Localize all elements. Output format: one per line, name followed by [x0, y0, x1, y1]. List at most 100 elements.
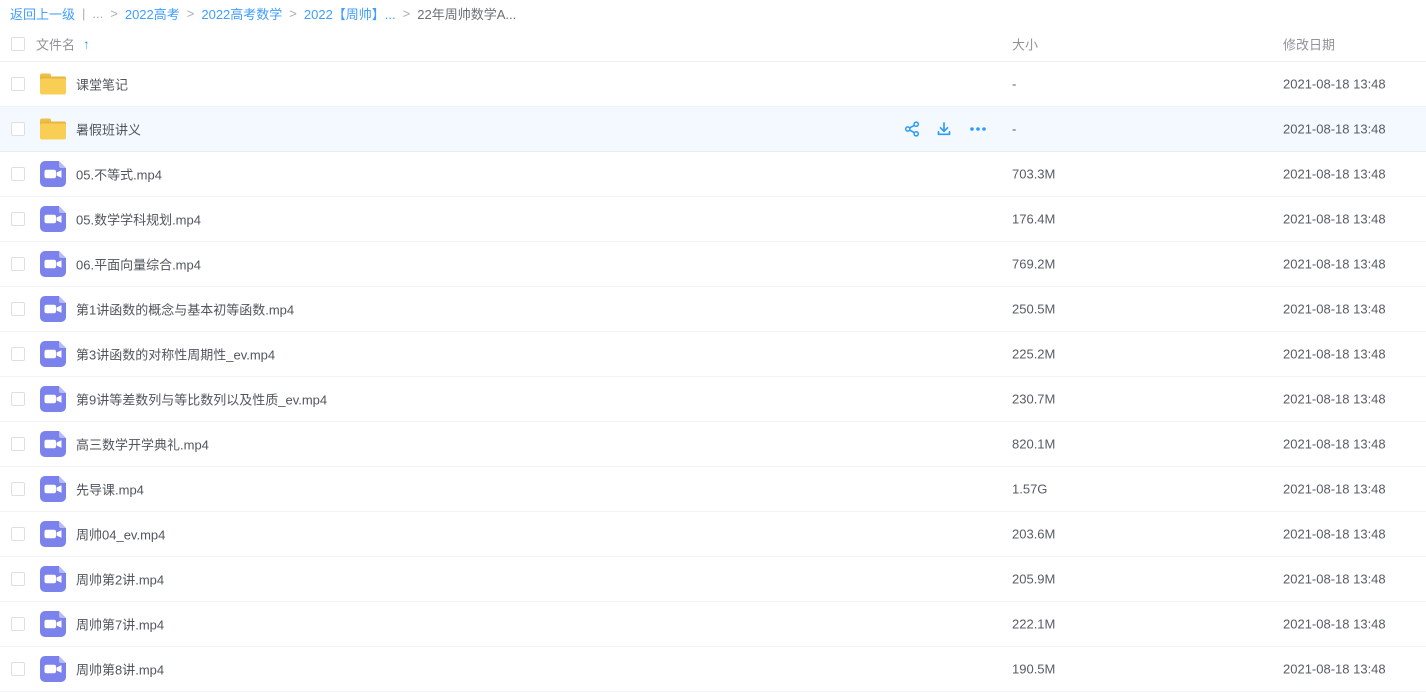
- file-date: 2021-08-18 13:48: [1283, 437, 1386, 452]
- row-checkbox[interactable]: [11, 662, 25, 676]
- file-row[interactable]: 第9讲等差数列与等比数列以及性质_ev.mp4 230.7M 2021-08-1…: [0, 377, 1426, 422]
- row-checkbox[interactable]: [11, 122, 25, 136]
- row-checkbox[interactable]: [11, 77, 25, 91]
- video-file-icon: [40, 251, 66, 277]
- row-checkbox[interactable]: [11, 617, 25, 631]
- row-checkbox[interactable]: [11, 167, 25, 181]
- breadcrumb-separator: >: [289, 6, 297, 21]
- row-checkbox[interactable]: [11, 347, 25, 361]
- video-camera-glyph: [40, 296, 66, 322]
- row-actions: [903, 120, 989, 138]
- video-camera-glyph: [40, 206, 66, 232]
- video-camera-glyph: [40, 611, 66, 637]
- file-size: 230.7M: [1012, 392, 1055, 407]
- video-file-icon: [40, 476, 66, 502]
- file-name[interactable]: 暑假班讲义: [76, 120, 141, 139]
- breadcrumb-link-3[interactable]: 2022【周帅】...: [304, 4, 396, 23]
- breadcrumb-current: 22年周帅数学A...: [417, 4, 516, 23]
- file-size: 1.57G: [1012, 482, 1047, 497]
- file-name[interactable]: 06.平面向量综合.mp4: [76, 255, 201, 274]
- breadcrumb-separator: >: [110, 6, 118, 21]
- file-date: 2021-08-18 13:48: [1283, 482, 1386, 497]
- file-name[interactable]: 周帅第2讲.mp4: [76, 570, 164, 589]
- row-checkbox[interactable]: [11, 437, 25, 451]
- row-checkbox[interactable]: [11, 572, 25, 586]
- row-checkbox[interactable]: [11, 302, 25, 316]
- file-name[interactable]: 先导课.mp4: [76, 480, 144, 499]
- share-icon[interactable]: [903, 120, 921, 138]
- video-camera-glyph: [40, 476, 66, 502]
- breadcrumb-link-1[interactable]: 2022高考: [125, 4, 180, 23]
- video-file-icon: [40, 206, 66, 232]
- more-dots-icon[interactable]: [967, 120, 989, 138]
- file-name[interactable]: 周帅04_ev.mp4: [76, 525, 165, 544]
- file-date: 2021-08-18 13:48: [1283, 212, 1386, 227]
- file-name[interactable]: 周帅第8讲.mp4: [76, 660, 164, 679]
- select-all-checkbox[interactable]: [11, 37, 25, 51]
- file-name[interactable]: 第1讲函数的概念与基本初等函数.mp4: [76, 300, 294, 319]
- file-name[interactable]: 课堂笔记: [76, 75, 128, 94]
- file-row[interactable]: 06.平面向量综合.mp4 769.2M 2021-08-18 13:48: [0, 242, 1426, 287]
- video-file-icon: [40, 386, 66, 412]
- row-checkbox[interactable]: [11, 257, 25, 271]
- file-list: 课堂笔记 - 2021-08-18 13:48 暑假班讲义: [0, 62, 1426, 692]
- file-size: 222.1M: [1012, 617, 1055, 632]
- video-camera-glyph: [40, 431, 66, 457]
- file-row[interactable]: 第3讲函数的对称性周期性_ev.mp4 225.2M 2021-08-18 13…: [0, 332, 1426, 377]
- video-file-icon: [40, 611, 66, 637]
- video-camera-glyph: [40, 341, 66, 367]
- column-header-date[interactable]: 修改日期: [1283, 35, 1335, 54]
- row-checkbox[interactable]: [11, 482, 25, 496]
- file-name[interactable]: 周帅第7讲.mp4: [76, 615, 164, 634]
- back-link[interactable]: 返回上一级: [10, 4, 75, 23]
- video-camera-glyph: [40, 656, 66, 682]
- table-header: 文件名 ↑ 大小 修改日期: [0, 27, 1426, 62]
- file-name[interactable]: 高三数学开学典礼.mp4: [76, 435, 209, 454]
- row-checkbox[interactable]: [11, 527, 25, 541]
- file-date: 2021-08-18 13:48: [1283, 527, 1386, 542]
- file-name[interactable]: 05.不等式.mp4: [76, 165, 162, 184]
- file-row[interactable]: 先导课.mp4 1.57G 2021-08-18 13:48: [0, 467, 1426, 512]
- breadcrumb-ellipsis: ...: [92, 6, 103, 21]
- file-name[interactable]: 第3讲函数的对称性周期性_ev.mp4: [76, 345, 275, 364]
- file-row[interactable]: 周帅第2讲.mp4 205.9M 2021-08-18 13:48: [0, 557, 1426, 602]
- column-header-filename[interactable]: 文件名 ↑: [36, 35, 90, 54]
- breadcrumb-pipe-separator: |: [82, 6, 85, 21]
- video-camera-glyph: [40, 251, 66, 277]
- file-size: -: [1012, 122, 1016, 137]
- file-date: 2021-08-18 13:48: [1283, 392, 1386, 407]
- video-camera-glyph: [40, 161, 66, 187]
- folder-icon: [40, 119, 66, 140]
- video-file-icon: [40, 431, 66, 457]
- breadcrumb-link-2[interactable]: 2022高考数学: [201, 4, 282, 23]
- column-header-filename-label: 文件名: [36, 35, 75, 54]
- file-row[interactable]: 周帅04_ev.mp4 203.6M 2021-08-18 13:48: [0, 512, 1426, 557]
- file-size: 205.9M: [1012, 572, 1055, 587]
- file-row[interactable]: 周帅第8讲.mp4 190.5M 2021-08-18 13:48: [0, 647, 1426, 692]
- file-size: 769.2M: [1012, 257, 1055, 272]
- file-row[interactable]: 第1讲函数的概念与基本初等函数.mp4 250.5M 2021-08-18 13…: [0, 287, 1426, 332]
- file-row[interactable]: 课堂笔记 - 2021-08-18 13:48: [0, 62, 1426, 107]
- file-name[interactable]: 第9讲等差数列与等比数列以及性质_ev.mp4: [76, 390, 327, 409]
- file-name[interactable]: 05.数学学科规划.mp4: [76, 210, 201, 229]
- download-icon[interactable]: [935, 120, 953, 138]
- file-size: 250.5M: [1012, 302, 1055, 317]
- video-file-icon: [40, 296, 66, 322]
- file-date: 2021-08-18 13:48: [1283, 662, 1386, 677]
- file-row[interactable]: 周帅第7讲.mp4 222.1M 2021-08-18 13:48: [0, 602, 1426, 647]
- video-file-icon: [40, 521, 66, 547]
- file-row[interactable]: 05.不等式.mp4 703.3M 2021-08-18 13:48: [0, 152, 1426, 197]
- file-row[interactable]: 暑假班讲义: [0, 107, 1426, 152]
- file-row[interactable]: 05.数学学科规划.mp4 176.4M 2021-08-18 13:48: [0, 197, 1426, 242]
- file-row[interactable]: 高三数学开学典礼.mp4 820.1M 2021-08-18 13:48: [0, 422, 1426, 467]
- folder-icon: [40, 74, 66, 95]
- file-date: 2021-08-18 13:48: [1283, 122, 1386, 137]
- column-header-size[interactable]: 大小: [1012, 35, 1038, 54]
- file-size: 203.6M: [1012, 527, 1055, 542]
- row-checkbox[interactable]: [11, 392, 25, 406]
- row-checkbox[interactable]: [11, 212, 25, 226]
- file-size: 190.5M: [1012, 662, 1055, 677]
- file-size: 820.1M: [1012, 437, 1055, 452]
- sort-ascending-icon[interactable]: ↑: [83, 37, 90, 52]
- file-size: 225.2M: [1012, 347, 1055, 362]
